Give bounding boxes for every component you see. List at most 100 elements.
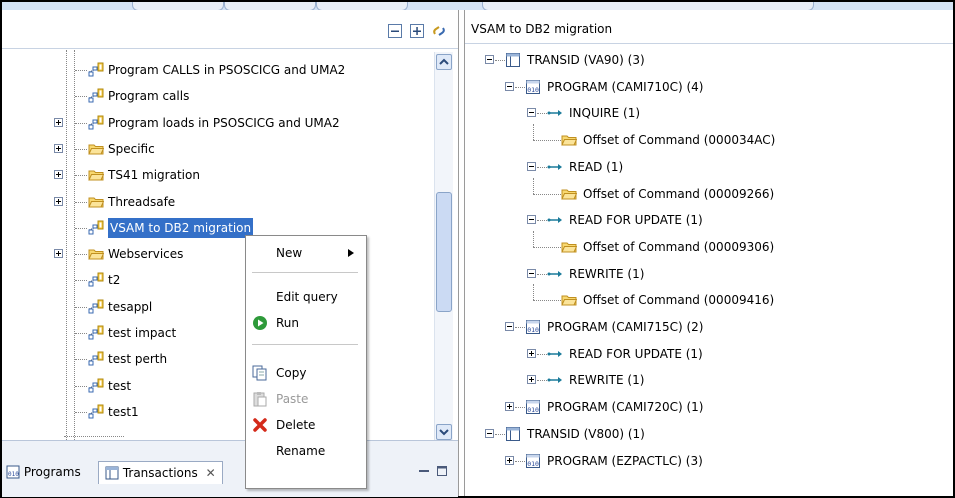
result-tree-item[interactable]: Offset of Command (00009416) xyxy=(465,284,953,310)
chevron-up-icon xyxy=(439,58,449,65)
menu-item-edit-query[interactable]: Edit query xyxy=(246,284,364,310)
tree-item[interactable]: Program loads in PSOSCICG and UMA2 xyxy=(2,113,432,133)
tree-branch-line xyxy=(75,70,87,71)
result-tree-item[interactable]: Offset of Command (00009306) xyxy=(465,230,953,257)
result-tree-item[interactable]: TRANSID (V800) (1) xyxy=(465,424,953,444)
result-tree-item[interactable]: Offset of Command (00009266) xyxy=(465,177,953,204)
query-icon xyxy=(88,325,104,340)
menu-item-label: New xyxy=(276,246,303,260)
tree-item[interactable]: test1 xyxy=(2,402,432,422)
svg-text:010: 010 xyxy=(527,326,539,334)
result-tree-item[interactable]: REWRITE (1) xyxy=(465,264,953,284)
tree-item[interactable]: test impact xyxy=(2,323,432,343)
collapse-icon[interactable] xyxy=(485,55,494,64)
menu-item-run[interactable]: Run xyxy=(246,310,364,336)
result-tree-item[interactable]: Offset of Command (000034AC) xyxy=(465,124,953,150)
close-icon[interactable]: ✕ xyxy=(206,466,216,480)
result-tree-item-label: TRANSID (VA90) (3) xyxy=(527,53,645,67)
expand-icon[interactable] xyxy=(505,455,514,465)
vertical-scrollbar[interactable] xyxy=(434,52,453,442)
scroll-thumb[interactable] xyxy=(436,192,452,312)
tree-branch-line xyxy=(75,227,87,229)
tree-item[interactable]: VSAM to DB2 migration xyxy=(2,217,432,238)
menu-item-label: Edit query xyxy=(276,290,338,304)
tree-item[interactable]: t2 xyxy=(2,270,432,290)
expand-icon[interactable] xyxy=(54,249,63,259)
tab-programs[interactable]: 010 Programs xyxy=(6,461,81,483)
tree-item[interactable]: tesappl xyxy=(2,297,432,317)
menu-separator xyxy=(252,344,358,345)
folder-icon xyxy=(88,249,104,260)
menu-item-paste[interactable]: Paste xyxy=(246,386,364,412)
result-tree-item[interactable]: INQUIRE (1) xyxy=(465,103,953,123)
tree-item[interactable]: test xyxy=(2,376,432,396)
tab-transactions[interactable]: Transactions ✕ xyxy=(98,461,223,484)
scroll-down-button[interactable] xyxy=(436,424,452,440)
scroll-up-button[interactable] xyxy=(436,54,452,70)
tree-item-label: test perth xyxy=(108,352,168,367)
expand-icon[interactable] xyxy=(54,170,63,180)
tree-item[interactable]: test perth xyxy=(2,349,432,369)
result-tree-item[interactable]: 010 PROGRAM (CAMI720C) (1) xyxy=(465,397,953,417)
tree-branch-line xyxy=(75,280,87,282)
call-arrow-icon xyxy=(547,110,562,117)
result-tree-item-label: REWRITE (1) xyxy=(569,373,645,388)
collapse-icon[interactable] xyxy=(505,322,514,331)
tree-branch-line xyxy=(537,353,547,355)
result-tree-item[interactable]: READ FOR UPDATE (1) xyxy=(465,210,953,230)
collapse-icon[interactable] xyxy=(527,268,536,278)
query-icon xyxy=(88,62,104,77)
collapse-icon[interactable] xyxy=(485,428,494,438)
query-icon xyxy=(88,299,104,314)
query-navigator-panel: Program CALLS in PSOSCICG and UMA2 Progra… xyxy=(2,10,459,497)
result-tree-item[interactable]: READ FOR UPDATE (1) xyxy=(465,344,953,364)
expand-icon[interactable] xyxy=(54,143,63,153)
tree-guide-line xyxy=(533,284,534,301)
tree-item[interactable]: Webservices xyxy=(2,244,432,264)
result-tree-item[interactable]: REWRITE (1) xyxy=(465,370,953,390)
menu-item-rename[interactable]: Rename xyxy=(246,438,364,464)
collapse-icon[interactable] xyxy=(527,161,536,171)
result-tree-item[interactable]: READ (1) xyxy=(465,157,953,177)
menu-item-copy[interactable]: Copy xyxy=(246,360,364,386)
menu-item-label: Copy xyxy=(276,366,307,380)
collapse-icon[interactable] xyxy=(505,81,514,91)
result-tree-item[interactable]: TRANSID (VA90) (3) xyxy=(465,50,953,70)
menu-item-new[interactable]: New xyxy=(246,240,364,266)
menu-item-label: Run xyxy=(276,316,300,330)
collapse-all-icon[interactable] xyxy=(388,24,402,38)
tree-item[interactable]: Threadsafe xyxy=(2,192,432,212)
tree-item-label: Program loads in PSOSCICG and UMA2 xyxy=(108,115,340,130)
query-tree: Program CALLS in PSOSCICG and UMA2 Progra… xyxy=(2,50,432,440)
tree-item[interactable]: Program calls xyxy=(2,86,432,106)
result-tree-item[interactable]: 010 PROGRAM (CAMI710C) (4) xyxy=(465,77,953,97)
expand-icon[interactable] xyxy=(527,375,536,385)
delete-icon xyxy=(253,418,267,432)
maximize-icon[interactable] xyxy=(436,465,448,477)
tree-branch-line xyxy=(537,166,547,168)
link-with-editor-icon[interactable] xyxy=(432,24,446,38)
result-tree-item[interactable]: 010 PROGRAM (CAMI715C) (2) xyxy=(465,317,953,337)
expand-icon[interactable] xyxy=(54,196,63,206)
collapse-icon[interactable] xyxy=(527,108,536,118)
tree-item[interactable]: Specific xyxy=(2,139,432,159)
menu-item-delete[interactable]: Delete xyxy=(246,412,364,438)
tree-item[interactable]: Program CALLS in PSOSCICG and UMA2 xyxy=(2,60,432,80)
paste-icon xyxy=(253,392,267,407)
collapse-icon[interactable] xyxy=(527,215,536,225)
program-icon: 010 xyxy=(526,400,540,415)
tree-item-label: test impact xyxy=(108,326,177,340)
minimize-icon[interactable] xyxy=(418,465,430,477)
expand-icon[interactable] xyxy=(527,348,536,358)
result-tree-item-label: Offset of Command (00009266) xyxy=(583,186,775,201)
tree-item-label: Webservices xyxy=(108,247,184,262)
expand-all-icon[interactable] xyxy=(410,24,424,38)
query-icon xyxy=(88,378,104,393)
menu-item-label: Rename xyxy=(276,444,326,458)
expand-icon[interactable] xyxy=(505,402,514,412)
submenu-arrow-icon xyxy=(348,249,354,257)
expand-icon[interactable] xyxy=(54,117,63,127)
tree-guide-line xyxy=(533,230,534,247)
result-tree-item[interactable]: 010 PROGRAM (EZPACTLC) (3) xyxy=(465,451,953,471)
tree-item[interactable]: TS41 migration xyxy=(2,165,432,185)
